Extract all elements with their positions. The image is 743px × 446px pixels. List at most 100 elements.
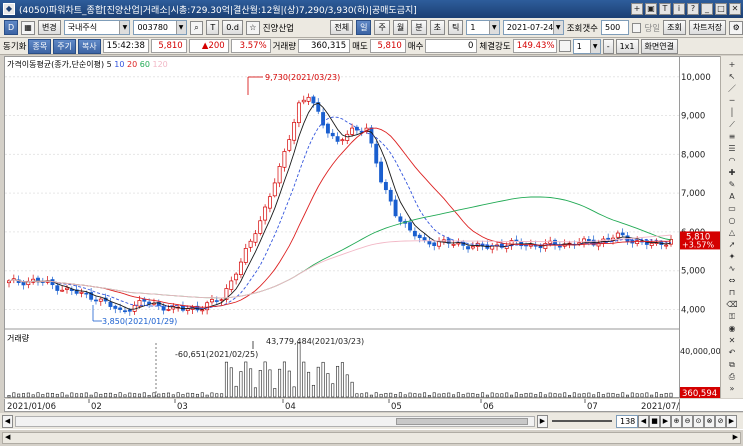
tab-all[interactable]: 전체 [330, 20, 354, 35]
code-input[interactable]: 003780 ▼ [133, 20, 187, 35]
tab-tick[interactable]: 틱 [447, 20, 464, 35]
scroll-end-icon[interactable]: ▶ [726, 414, 737, 428]
bar-button[interactable]: 0.d [222, 20, 243, 35]
magnet-tool-icon[interactable]: ⊓ [725, 288, 739, 298]
pen-tool-icon[interactable]: ✎ [725, 180, 739, 190]
line-tool-icon[interactable]: ／ [725, 84, 739, 94]
price-tick: 4,000 [681, 305, 705, 315]
stop-icon[interactable]: ■ [649, 414, 660, 428]
tab-minute[interactable]: 분 [411, 20, 427, 35]
scroll-track[interactable] [15, 415, 535, 427]
hscroll-right-icon[interactable]: ▶ [733, 433, 738, 441]
measure-tool-icon[interactable]: ⇔ [725, 276, 739, 286]
candle-body [606, 237, 611, 240]
rect-tool-icon[interactable]: ▭ [725, 204, 739, 214]
crosshair-icon[interactable]: + [725, 60, 739, 70]
wave-tool-icon[interactable]: ∿ [725, 264, 739, 274]
star-icon[interactable]: ☆ [245, 20, 260, 35]
bars-count-input[interactable]: 138 [616, 414, 638, 428]
tab-day[interactable]: 일 [356, 20, 372, 35]
zoom-all-icon[interactable]: ⊘ [715, 414, 726, 428]
ma-legend: 가격이동평균(종가,단순이평) 5 10 20 60 120 [7, 59, 168, 70]
lock-tool-icon[interactable]: ⚿ [725, 312, 739, 322]
pointer-icon[interactable]: ↖ [725, 72, 739, 82]
t-button[interactable]: T [206, 20, 220, 35]
volume-bar [94, 392, 98, 398]
horizontal-scroll[interactable]: ◀ ▶ [2, 432, 741, 444]
change-button[interactable]: 변경 [37, 20, 61, 35]
count-input[interactable]: 500 [601, 20, 629, 35]
more-tool-icon[interactable]: » [725, 384, 739, 394]
save-chart-button[interactable]: 차트저장 [688, 20, 727, 35]
text-tool-icon[interactable]: A [725, 192, 739, 202]
scrollbar[interactable]: ◀ ▶ 138 ◀ ■ ▶ ⊕ ⊖ ⊙ ⊗ ⊘ ▶ [0, 413, 743, 429]
chevron-down-icon: ▼ [119, 21, 130, 34]
minus-button[interactable]: - [602, 38, 614, 54]
pin-icon[interactable]: ▣ [645, 3, 657, 15]
zoom-out-icon[interactable]: ⊖ [682, 414, 693, 428]
grid-icon[interactable]: ▦ [21, 20, 35, 35]
item-sync-button[interactable]: 종목 [28, 38, 52, 54]
copy-sync-button[interactable]: 복사 [77, 38, 101, 54]
tab-second[interactable]: 초 [429, 20, 445, 35]
hline-tool-icon[interactable]: ─ [725, 96, 739, 106]
split-checkbox[interactable] [558, 40, 571, 52]
ratio-button[interactable]: 1x1 [615, 38, 639, 54]
settings-gear-icon[interactable]: ⚙ [729, 20, 743, 35]
link-icon[interactable]: + [631, 3, 643, 15]
candle-body [325, 123, 330, 134]
help-icon[interactable]: ? [687, 3, 699, 15]
trend-tool-icon[interactable]: ⟋ [725, 120, 739, 130]
t-icon[interactable]: T [659, 3, 671, 15]
zoom-in-icon[interactable]: ⊕ [671, 414, 682, 428]
eraser-tool-icon[interactable]: ⌫ [725, 300, 739, 310]
delete-tool-icon[interactable]: ✕ [725, 336, 739, 346]
cross-tool-icon[interactable]: ✚ [725, 168, 739, 178]
hscroll-left-icon[interactable]: ◀ [5, 433, 10, 441]
scroll-left-icon[interactable]: ◀ [2, 414, 13, 428]
undo-tool-icon[interactable]: ↶ [725, 348, 739, 358]
print-tool-icon[interactable]: ⎙ [725, 372, 739, 382]
search-icon[interactable]: ⌕ [189, 20, 204, 35]
close-button[interactable]: ✕ [729, 3, 741, 15]
zoom-reset-icon[interactable]: ⊙ [693, 414, 704, 428]
cycle-sync-button[interactable]: 주기 [53, 38, 76, 54]
step-back-icon[interactable]: ◀ [638, 414, 649, 428]
triangle-tool-icon[interactable]: △ [725, 228, 739, 238]
play-icon[interactable]: ▶ [660, 414, 671, 428]
copy-tool-icon[interactable]: ⧉ [725, 360, 739, 370]
zoom-fit-icon[interactable]: ⊗ [704, 414, 715, 428]
arc-tool-icon[interactable]: ◠ [725, 156, 739, 166]
screen-link-button[interactable]: 화면연결 [640, 38, 678, 54]
maximize-button[interactable]: □ [715, 3, 727, 15]
tab-month[interactable]: 월 [392, 20, 409, 35]
scroll-right-icon[interactable]: ▶ [537, 414, 548, 428]
market-select[interactable]: 국내주식 ▼ [63, 20, 131, 35]
tab-week[interactable]: 주 [374, 20, 390, 35]
channel-tool-icon[interactable]: ≡ [725, 132, 739, 142]
circle-tool-icon[interactable]: ○ [725, 216, 739, 226]
query-button[interactable]: 조회 [663, 20, 686, 35]
candle-body [620, 232, 625, 236]
vline-tool-icon[interactable]: │ [725, 108, 739, 118]
zoom-slider[interactable] [552, 420, 612, 422]
fib-tool-icon[interactable]: ☰ [725, 144, 739, 154]
split-select[interactable]: 1 ▼ [572, 38, 601, 54]
arrow-tool-icon[interactable]: ➚ [725, 240, 739, 250]
tick-select[interactable]: 1 ▼ [466, 20, 500, 35]
dangil-checkbox[interactable] [631, 22, 642, 33]
volume-bar [268, 369, 272, 398]
gann-tool-icon[interactable]: ✦ [725, 252, 739, 262]
price-scale: 10,0009,0008,0007,0006,0005,0004,0005,81… [680, 56, 721, 399]
chart-area[interactable]: 9,730(2021/03/23) 3,850(2021/01/29) -60,65… [4, 56, 681, 399]
scroll-thumb[interactable] [396, 417, 528, 425]
volume-bar [456, 392, 460, 398]
info-icon[interactable]: i [673, 3, 685, 15]
eye-tool-icon[interactable]: ◉ [725, 324, 739, 334]
d-button[interactable]: D [4, 20, 19, 35]
minimize-button[interactable]: _ [701, 3, 713, 15]
volume-bar [166, 392, 170, 398]
price-chart-svg[interactable]: 9,730(2021/03/23) 3,850(2021/01/29) -60,65… [5, 57, 681, 399]
date-select[interactable]: 2021-07-24 ▼ [502, 20, 564, 35]
strength-value: 149.43% [512, 39, 557, 53]
